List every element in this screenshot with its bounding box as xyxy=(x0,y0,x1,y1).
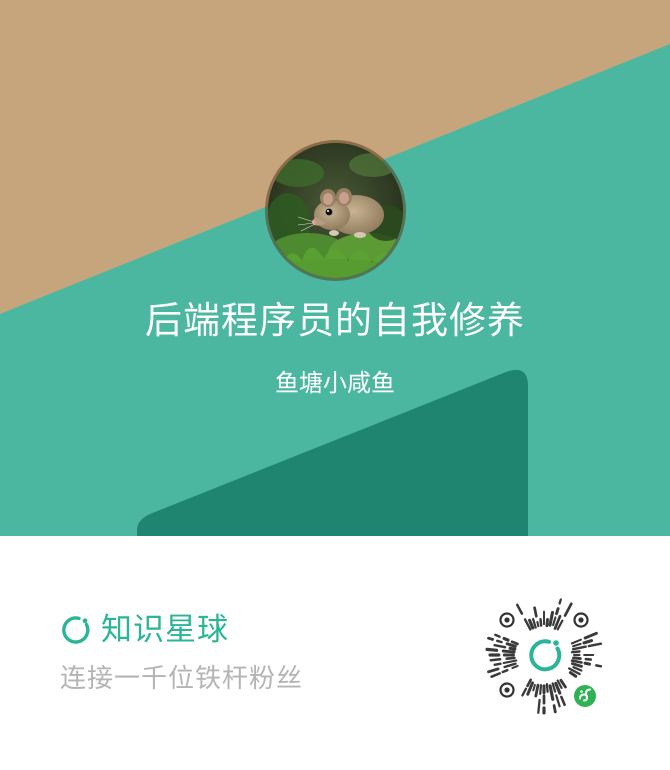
qr-code-mark xyxy=(489,658,502,662)
qr-code-mark xyxy=(485,647,499,652)
qr-code-mark xyxy=(510,640,519,646)
qr-code-mark xyxy=(490,672,501,678)
qr-code-mark xyxy=(539,684,543,696)
qr-code-mark xyxy=(537,698,541,714)
qr-code-mark xyxy=(493,643,507,649)
qr-code-mark xyxy=(552,616,557,627)
qr-code-mark xyxy=(552,704,557,714)
qr-code-mark xyxy=(572,666,583,672)
qr-code-mark xyxy=(563,602,573,617)
qr-code-mark xyxy=(501,668,509,674)
qr-code-mark xyxy=(536,620,540,628)
qr-code-mark xyxy=(560,695,566,707)
qr-code-mark xyxy=(511,664,519,670)
qr-code-mark xyxy=(505,642,517,648)
mouse-photo-icon xyxy=(268,143,403,278)
qr-code-mark xyxy=(532,684,536,692)
qr-code-mark xyxy=(570,659,583,664)
share-card: 后端程序员的自我修养 鱼塘小咸鱼 知识星球 连接一千位铁杆粉丝 xyxy=(0,0,670,770)
footer: 知识星球 连接一千位铁杆粉丝 xyxy=(0,536,670,770)
qr-code-mark xyxy=(534,683,540,698)
qr-code-mark xyxy=(539,618,543,627)
qr-code-mark xyxy=(548,610,555,627)
qr-code-mark xyxy=(572,656,582,661)
qr-code-icon xyxy=(485,598,603,715)
qr-code-mark xyxy=(502,636,510,642)
qr-code-mark xyxy=(515,603,524,615)
qr-finder-bottom-left xyxy=(499,682,515,698)
qr-code-mark xyxy=(568,671,578,678)
qr-code-mark xyxy=(571,645,587,651)
page-title: 后端程序员的自我修养 xyxy=(145,299,525,342)
qr-code-mark xyxy=(571,662,583,668)
qr-code-mark xyxy=(572,642,582,648)
qr-code-mark xyxy=(505,656,516,660)
qr-code-mark xyxy=(548,684,555,701)
qr-code-mark xyxy=(555,607,560,616)
brand: 知识星球 xyxy=(60,610,229,650)
author-name: 鱼塘小咸鱼 xyxy=(275,369,395,397)
mini-program-qr-code[interactable] xyxy=(481,592,607,718)
mini-program-badge-icon xyxy=(574,685,596,707)
qr-code-mark xyxy=(501,649,516,654)
qr-code-mark xyxy=(595,664,603,668)
qr-finder-top-right xyxy=(573,612,589,628)
qr-code-mark xyxy=(583,661,592,666)
qr-code-mark xyxy=(496,639,503,644)
qr-code-mark xyxy=(570,650,581,654)
qr-finder-top-left xyxy=(499,612,515,628)
qr-code-mark xyxy=(502,659,518,665)
qr-code-mark xyxy=(493,662,502,667)
qr-code-mark xyxy=(487,636,495,641)
avatar[interactable] xyxy=(268,143,403,278)
qr-code-mark xyxy=(570,638,582,645)
qr-code-mark xyxy=(583,631,598,640)
planet-ring-icon xyxy=(62,616,90,644)
qr-code-mark xyxy=(508,646,517,651)
qr-code-mark xyxy=(555,694,561,708)
brand-name: 知识星球 xyxy=(101,612,229,648)
qr-code-mark xyxy=(584,657,592,661)
qr-code-mark xyxy=(558,598,562,605)
qr-code-mark xyxy=(521,687,528,697)
qr-code-mark xyxy=(545,618,549,628)
hero-banner: 后端程序员的自我修养 鱼塘小咸鱼 xyxy=(0,0,670,536)
qr-code-mark xyxy=(494,633,501,638)
tagline: 连接一千位铁杆粉丝 xyxy=(60,664,304,694)
qr-code-mark xyxy=(487,667,500,674)
qr-code-mark xyxy=(582,639,594,645)
qr-code-mark xyxy=(545,683,549,693)
qr-code-mark xyxy=(533,606,538,618)
qr-code-mark xyxy=(587,642,603,648)
